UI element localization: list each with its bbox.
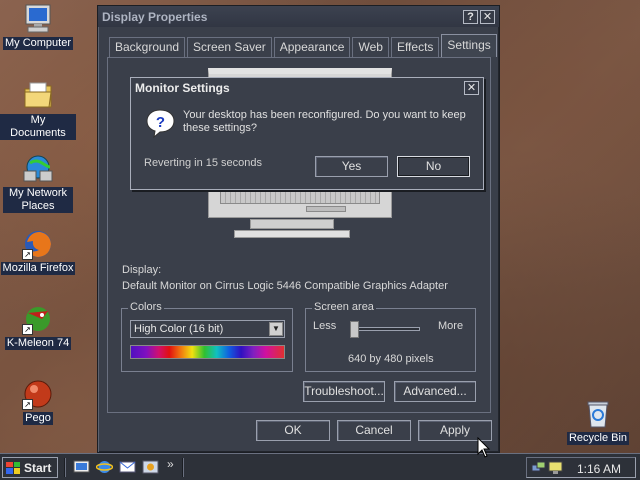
monitor-base [234,230,350,238]
windows-flag-icon [6,461,20,474]
tab-effects[interactable]: Effects [390,37,440,57]
close-button[interactable]: ✕ [480,9,495,24]
channels-icon[interactable] [142,459,159,475]
tab-strip: Background Screen Saver Appearance Web E… [109,34,499,57]
k-meleon-icon: ↗ [22,303,54,335]
cancel-button[interactable]: Cancel [337,420,411,441]
slider-more-label: More [438,320,464,332]
desktop-icon-label: My Documents [0,114,76,140]
display-label: Display: [122,264,162,276]
dialog-titlebar[interactable]: Monitor Settings ✕ [131,78,483,98]
tab-screen-saver[interactable]: Screen Saver [187,37,272,57]
clock[interactable]: 1:16 AM [577,462,621,476]
colors-group-title: Colors [128,301,164,313]
outlook-express-icon[interactable] [119,459,136,475]
window-title: Display Properties [102,9,208,24]
no-button[interactable]: No [397,156,470,177]
desktop-icon-my-network-places[interactable]: My Network Places [0,153,76,213]
pego-icon: ↗ [22,378,54,410]
screen-area-group: Screen area Less More 640 by 480 pixels [305,301,476,372]
start-button[interactable]: Start [2,457,58,478]
shortcut-arrow-icon: ↗ [22,249,33,260]
help-button[interactable]: ? [463,9,478,24]
yes-button[interactable]: Yes [315,156,388,177]
screen-area-group-title: Screen area [312,301,376,313]
desktop-icon-label: Mozilla Firefox [0,262,76,275]
screen-area-slider-thumb[interactable] [350,321,359,338]
display-properties-window: Display Properties ? ✕ Background Screen… [97,5,500,453]
internet-explorer-icon[interactable] [95,459,114,475]
network-tray-icon[interactable] [531,460,546,478]
system-tray: 1:16 AM [526,457,636,478]
monitor-power-light [306,206,346,212]
screen-area-slider-track[interactable] [354,327,420,331]
troubleshoot-button[interactable]: Troubleshoot... [303,381,385,402]
desktop-icon-recycle-bin[interactable]: Recycle Bin [560,398,636,445]
desktop-icon-label: My Network Places [3,187,73,213]
desktop-icon-k-meleon[interactable]: ↗ K-Meleon 74 [0,303,76,350]
taskbar-separator [182,458,184,477]
folder-documents-icon [22,80,54,112]
tab-settings[interactable]: Settings [441,34,497,57]
window-titlebar[interactable]: Display Properties ? ✕ [98,6,499,27]
chevron-down-icon[interactable]: ▼ [269,322,283,336]
desktop-icon-label: Recycle Bin [566,432,630,445]
svg-text:?: ? [156,114,165,131]
dialog-close-button[interactable]: ✕ [464,81,479,95]
desktop-icon-my-computer[interactable]: My Computer [0,3,76,50]
question-icon: ? [145,108,176,139]
desktop-icon-label: K-Meleon 74 [4,337,72,350]
taskbar-separator [64,458,66,477]
tab-background[interactable]: Background [109,37,186,57]
recycle-bin-icon [582,398,614,430]
monitor-neck [250,219,334,229]
ok-button[interactable]: OK [256,420,330,441]
display-tray-icon[interactable] [548,460,563,478]
advanced-button[interactable]: Advanced... [394,381,476,402]
monitor-settings-dialog: Monitor Settings ✕ ? Your desktop has be… [130,77,484,190]
dialog-message: Your desktop has been reconfigured. Do y… [183,109,466,134]
desktop-icon-my-documents[interactable]: My Documents [0,80,76,140]
revert-countdown: Reverting in 15 seconds [144,157,263,169]
color-depth-value: High Color (16 bit) [134,323,224,335]
desktop-icon-mozilla-firefox[interactable]: ↗ Mozilla Firefox [0,228,76,275]
start-label: Start [24,460,52,475]
colors-group: Colors High Color (16 bit) ▼ [121,301,293,372]
dialog-title: Monitor Settings [135,81,230,95]
tab-web[interactable]: Web [352,37,389,57]
computer-icon [22,3,54,35]
color-depth-select[interactable]: High Color (16 bit) ▼ [130,320,285,338]
slider-less-label: Less [313,320,337,332]
shortcut-arrow-icon: ↗ [22,324,33,335]
mouse-cursor-icon [477,436,491,459]
color-palette-bar [130,345,285,359]
network-places-icon [22,153,54,185]
desktop-icon-label: Pego [23,412,53,425]
tab-appearance[interactable]: Appearance [273,37,351,57]
show-desktop-icon[interactable] [73,459,90,475]
desktop-icon-label: My Computer [2,37,74,50]
resolution-value: 640 by 480 pixels [348,353,434,365]
firefox-icon: ↗ [22,228,54,260]
taskbar: Start » 1:16 AM [0,453,640,480]
quicklaunch-more-chevron[interactable]: » [167,457,174,471]
desktop-icon-pego[interactable]: ↗ Pego [0,378,76,425]
shortcut-arrow-icon: ↗ [22,399,33,410]
adapter-name: Default Monitor on Cirrus Logic 5446 Com… [122,280,448,292]
